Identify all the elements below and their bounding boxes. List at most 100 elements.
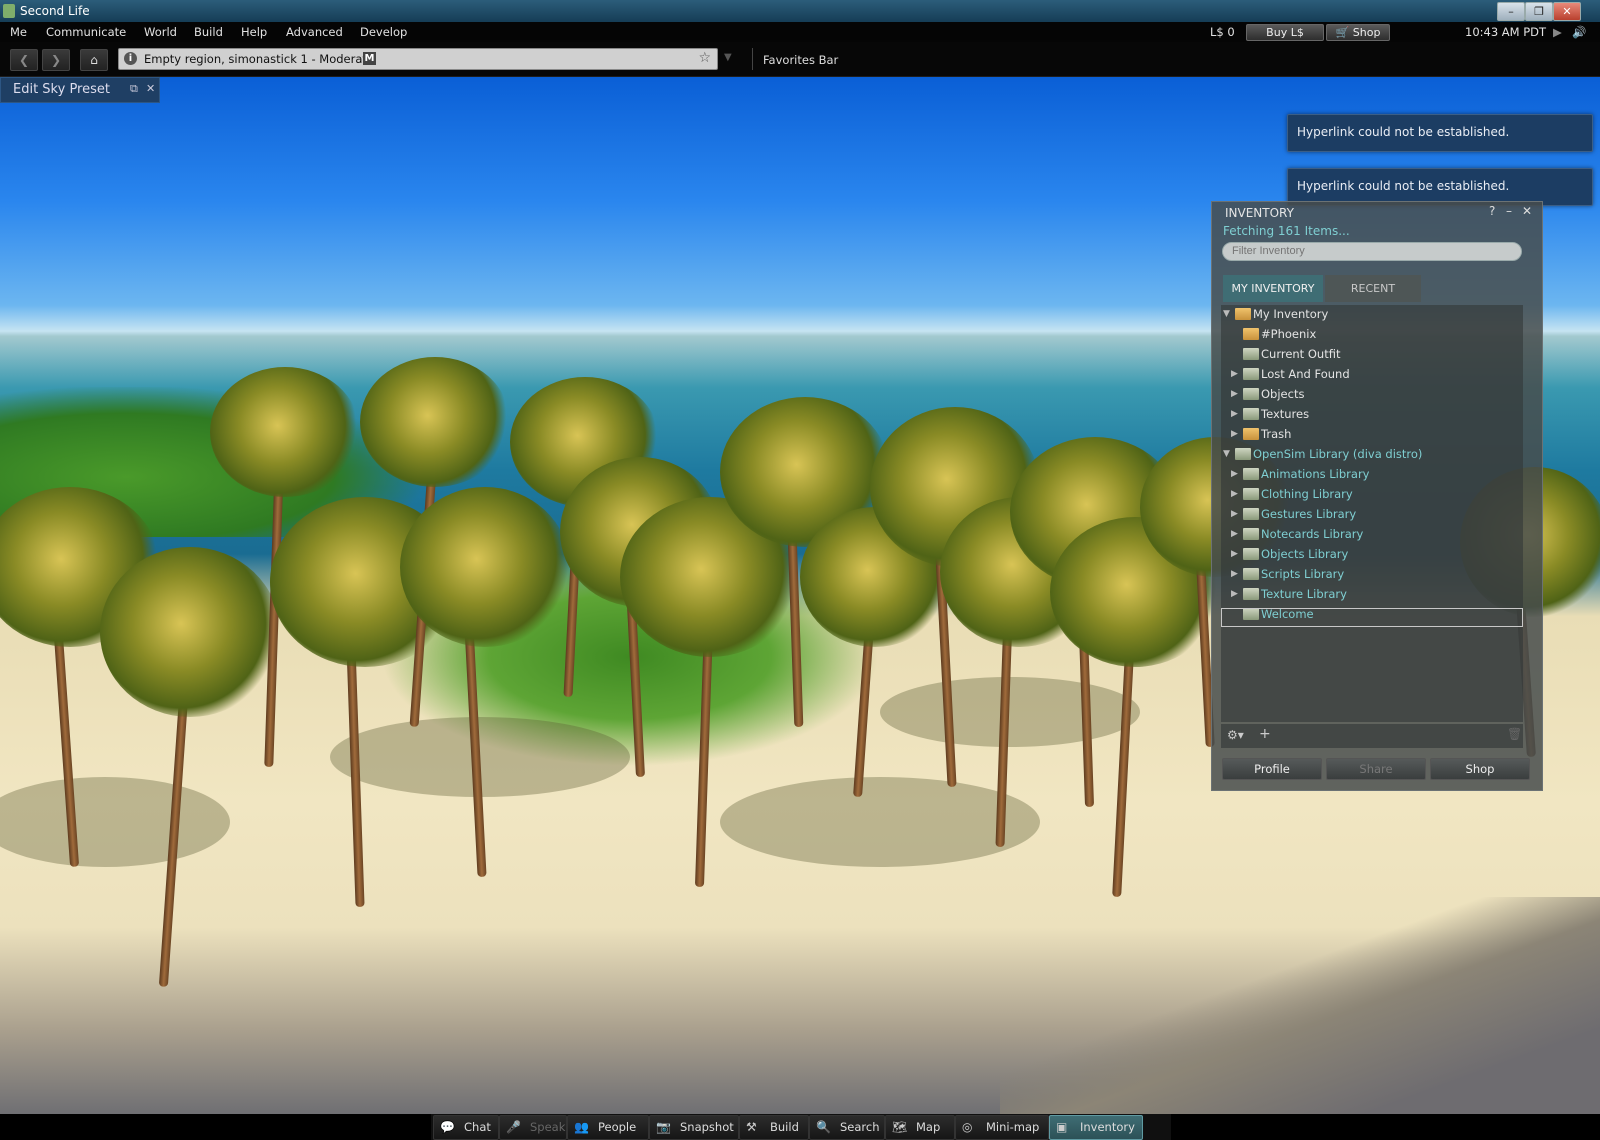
- dock-icon[interactable]: ⧉: [130, 82, 138, 96]
- folder-icon: [1243, 388, 1259, 400]
- toolbar-search-button[interactable]: 🔍 Search: [809, 1115, 885, 1140]
- media-play-icon[interactable]: ▶: [1553, 25, 1562, 39]
- maximize-button[interactable]: ❐: [1525, 2, 1553, 21]
- collapse-arrow-icon[interactable]: ▶: [1231, 405, 1241, 423]
- help-icon[interactable]: ?: [1489, 204, 1495, 218]
- shop-label: Shop: [1352, 26, 1381, 39]
- list-item[interactable]: ▶ Clothing Library: [1221, 485, 1523, 503]
- share-button[interactable]: Share: [1326, 758, 1426, 780]
- list-item[interactable]: ▼ OpenSim Library (diva distro): [1221, 445, 1523, 463]
- toolbar-chat-button[interactable]: 💬 Chat: [433, 1115, 499, 1140]
- toolbar-inventory-button[interactable]: ▣ Inventory: [1049, 1115, 1143, 1140]
- expand-arrow-icon[interactable]: ▼: [1223, 445, 1233, 463]
- collapse-arrow-icon[interactable]: ▶: [1231, 525, 1241, 543]
- collapse-arrow-icon[interactable]: ▶: [1231, 385, 1241, 403]
- menu-help[interactable]: Help: [241, 25, 267, 39]
- collapse-arrow-icon[interactable]: ▶: [1231, 565, 1241, 583]
- favorite-star-icon[interactable]: ☆: [698, 50, 711, 66]
- collapse-arrow-icon[interactable]: ▶: [1231, 585, 1241, 603]
- list-item[interactable]: #Phoenix: [1221, 325, 1523, 343]
- list-item[interactable]: ▶ Objects: [1221, 385, 1523, 403]
- menu-bar: Me Communicate World Build Help Advanced…: [0, 22, 1600, 42]
- list-item[interactable]: ▶ Lost And Found: [1221, 365, 1523, 383]
- menu-world[interactable]: World: [144, 25, 177, 39]
- profile-button[interactable]: Profile: [1222, 758, 1322, 780]
- toast-message: Hyperlink could not be established.: [1297, 179, 1510, 193]
- close-button[interactable]: ✕: [1553, 2, 1581, 21]
- toolbar-speak-button[interactable]: 🎤 Speak: [499, 1115, 567, 1140]
- list-item[interactable]: ▶ Trash: [1221, 425, 1523, 443]
- list-item-label: Current Outfit: [1261, 347, 1341, 361]
- list-item[interactable]: ▶ Texture Library: [1221, 585, 1523, 603]
- list-item[interactable]: ▶ Textures: [1221, 405, 1523, 423]
- list-item-label: Objects: [1261, 387, 1305, 401]
- forward-button[interactable]: ❯: [42, 49, 70, 71]
- trash-icon[interactable]: 🗑: [1507, 727, 1522, 741]
- minimize-icon[interactable]: –: [1506, 204, 1512, 218]
- list-item[interactable]: ▶ Objects Library: [1221, 545, 1523, 563]
- menu-communicate[interactable]: Communicate: [46, 25, 126, 39]
- list-item[interactable]: ▼ My Inventory: [1221, 305, 1523, 323]
- menu-me[interactable]: Me: [10, 25, 27, 39]
- camera-icon: 📷: [656, 1120, 671, 1134]
- info-icon[interactable]: i: [124, 52, 137, 65]
- collapse-arrow-icon[interactable]: ▶: [1231, 425, 1241, 443]
- selected-row-outline: [1221, 608, 1523, 627]
- folder-icon: [1235, 448, 1251, 460]
- folder-icon: [1243, 468, 1259, 480]
- list-item-label: Animations Library: [1261, 467, 1370, 481]
- favorites-bar[interactable]: Favorites Bar: [763, 53, 838, 67]
- expand-arrow-icon[interactable]: ▼: [1223, 305, 1233, 323]
- list-item[interactable]: ▶ Scripts Library: [1221, 565, 1523, 583]
- collapse-arrow-icon[interactable]: ▶: [1231, 465, 1241, 483]
- buy-currency-button[interactable]: Buy L$: [1246, 24, 1324, 41]
- menu-advanced[interactable]: Advanced: [286, 25, 343, 39]
- location-dropdown-icon[interactable]: ▼: [724, 52, 732, 63]
- collapse-arrow-icon[interactable]: ▶: [1231, 485, 1241, 503]
- back-button[interactable]: ❮: [10, 49, 38, 71]
- toolbar-button-label: Inventory: [1080, 1120, 1135, 1134]
- collapse-arrow-icon[interactable]: ▶: [1231, 505, 1241, 523]
- back-arrow-icon: ❮: [18, 53, 30, 67]
- collapse-arrow-icon[interactable]: ▶: [1231, 365, 1241, 383]
- toolbar-people-button[interactable]: 👥 People: [567, 1115, 649, 1140]
- toolbar-mini-map-button[interactable]: ◎ Mini-map: [955, 1115, 1049, 1140]
- toolbar-build-button[interactable]: ⚒ Build: [739, 1115, 809, 1140]
- shop-button[interactable]: Shop: [1430, 758, 1530, 780]
- list-item-label: Gestures Library: [1261, 507, 1357, 521]
- close-icon[interactable]: ✕: [146, 82, 155, 95]
- toolbar-map-button[interactable]: 🗺 Map: [885, 1115, 955, 1140]
- close-icon[interactable]: ✕: [1522, 204, 1532, 218]
- collapse-arrow-icon[interactable]: ▶: [1231, 545, 1241, 563]
- home-icon: ⌂: [90, 53, 98, 67]
- tab-my-inventory[interactable]: MY INVENTORY: [1223, 275, 1323, 302]
- home-button[interactable]: ⌂: [80, 49, 108, 71]
- list-item-label: Textures: [1261, 407, 1310, 421]
- list-item[interactable]: ▶ Notecards Library: [1221, 525, 1523, 543]
- folder-icon: [1243, 428, 1259, 440]
- edit-sky-preset-tab[interactable]: Edit Sky Preset ⧉ ✕: [0, 77, 160, 103]
- maturity-badge: M: [363, 52, 376, 65]
- folder-icon: [1243, 368, 1259, 380]
- minimize-button[interactable]: –: [1497, 2, 1525, 21]
- gear-icon[interactable]: ⚙▾: [1227, 728, 1244, 742]
- list-item[interactable]: ▶ Animations Library: [1221, 465, 1523, 483]
- list-item[interactable]: ▶ Gestures Library: [1221, 505, 1523, 523]
- list-item-label: OpenSim Library (diva distro): [1253, 447, 1423, 461]
- toolbar-button-label: Snapshot: [680, 1120, 734, 1134]
- list-item[interactable]: Current Outfit: [1221, 345, 1523, 363]
- search-icon: 🔍: [816, 1120, 831, 1134]
- menu-build[interactable]: Build: [194, 25, 223, 39]
- location-input[interactable]: i Empty region, simonastick 1 - Moderate…: [118, 48, 718, 70]
- toolbar-button-label: Build: [770, 1120, 799, 1134]
- tab-recent[interactable]: RECENT: [1325, 275, 1421, 302]
- list-item-label: Trash: [1261, 427, 1292, 441]
- shop-button[interactable]: 🛒 Shop: [1326, 24, 1390, 41]
- volume-icon[interactable]: 🔊: [1572, 25, 1586, 39]
- notification-toast[interactable]: Hyperlink could not be established.: [1287, 114, 1593, 152]
- menu-develop[interactable]: Develop: [360, 25, 407, 39]
- inventory-tree: ▼ My Inventory #Phoenix Current Outfit ▶ Lost…: [1221, 305, 1523, 722]
- filter-inventory-input[interactable]: [1222, 242, 1522, 261]
- toolbar-snapshot-button[interactable]: 📷 Snapshot: [649, 1115, 739, 1140]
- add-icon[interactable]: +: [1259, 726, 1271, 742]
